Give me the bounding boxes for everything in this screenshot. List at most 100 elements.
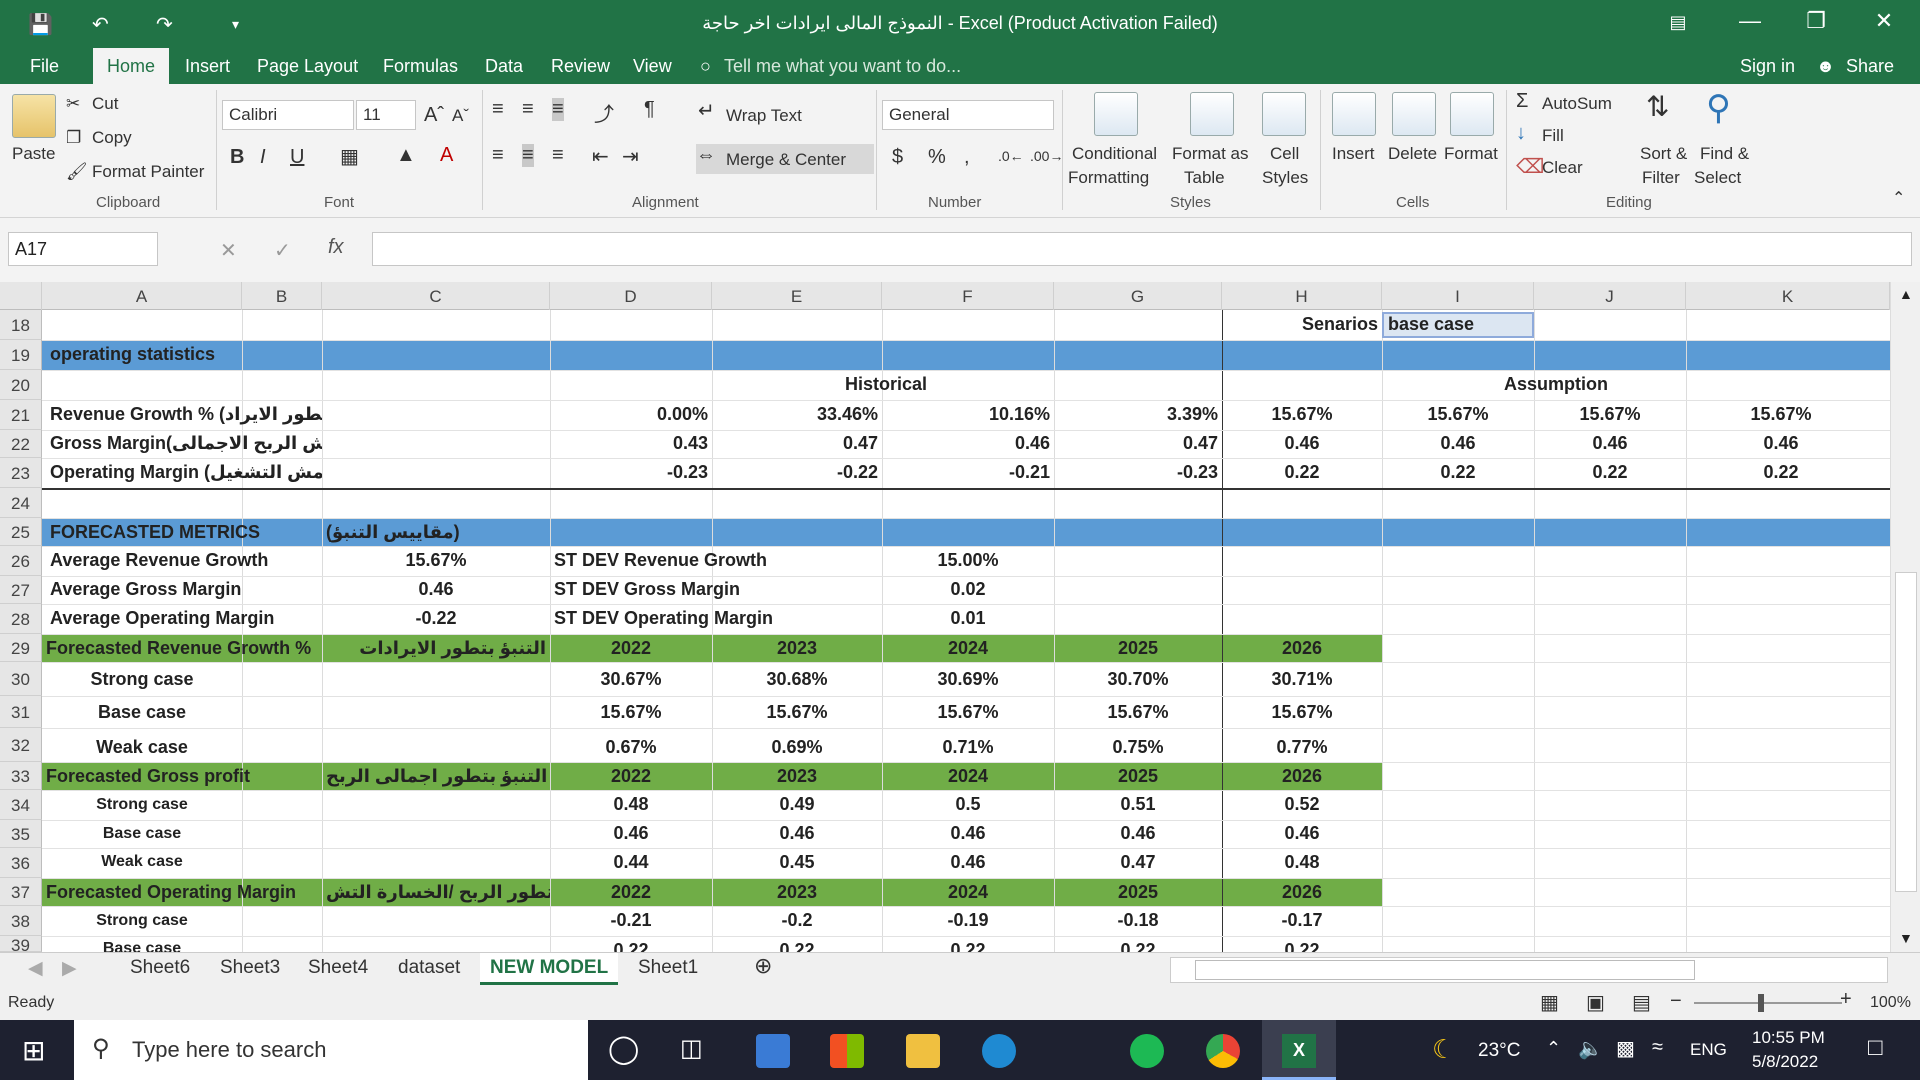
cell-g22[interactable]: 0.47: [1054, 433, 1222, 454]
orientation-icon[interactable]: ⤴: [594, 98, 614, 127]
fill-icon[interactable]: ↓: [1516, 122, 1526, 145]
photos-app-icon[interactable]: [756, 1034, 790, 1068]
cut-button[interactable]: Cut: [92, 94, 118, 114]
share-button[interactable]: Share: [1846, 56, 1894, 77]
cell-g32[interactable]: 0.75%: [1054, 737, 1222, 758]
cell-g34[interactable]: 0.51: [1054, 794, 1222, 815]
tab-view[interactable]: View: [633, 56, 672, 77]
cell-e36[interactable]: 0.45: [712, 852, 882, 873]
zoom-out-icon[interactable]: −: [1670, 990, 1682, 1013]
column-header-h[interactable]: H: [1222, 282, 1382, 310]
comma-icon[interactable]: ,: [964, 146, 970, 169]
row-header-27[interactable]: 27: [0, 576, 42, 604]
row-header-28[interactable]: 28: [0, 604, 42, 634]
cell-i23[interactable]: 0.22: [1382, 462, 1534, 483]
cell-f34[interactable]: 0.5: [882, 794, 1054, 815]
confirm-entry-icon[interactable]: ✓: [274, 238, 291, 263]
cell-a32[interactable]: Weak case: [42, 737, 242, 758]
text-direction-icon[interactable]: ¶: [644, 98, 655, 121]
copy-icon[interactable]: ❐: [66, 128, 81, 148]
cell-c28[interactable]: -0.22: [322, 608, 550, 629]
cell-g39[interactable]: 0.22: [1054, 940, 1222, 952]
cell-g38[interactable]: -0.18: [1054, 910, 1222, 931]
cell-g31[interactable]: 15.67%: [1054, 702, 1222, 723]
cell-f36[interactable]: 0.46: [882, 852, 1054, 873]
paste-button[interactable]: Paste: [12, 144, 55, 164]
cell-a26[interactable]: Average Revenue Growth: [46, 550, 322, 571]
cell-a34[interactable]: Strong case: [42, 796, 242, 814]
cell-f37[interactable]: 2024: [882, 882, 1054, 903]
page-layout-view-icon[interactable]: ▣: [1586, 990, 1605, 1015]
autosum-icon[interactable]: Σ: [1516, 90, 1528, 113]
weather-temp[interactable]: 23°C: [1478, 1040, 1520, 1062]
copy-button[interactable]: Copy: [92, 128, 132, 148]
cell-d30[interactable]: 30.67%: [550, 669, 712, 690]
row-header-37[interactable]: 37: [0, 878, 42, 906]
cell-g36[interactable]: 0.47: [1054, 852, 1222, 873]
input-language[interactable]: ENG: [1690, 1040, 1727, 1060]
align-center-icon[interactable]: ≡: [522, 144, 534, 167]
cell-e38[interactable]: -0.2: [712, 910, 882, 931]
taskbar-search[interactable]: ⚲ Type here to search: [74, 1020, 588, 1080]
column-header-g[interactable]: G: [1054, 282, 1222, 310]
find-select-icon[interactable]: ⚲: [1706, 88, 1731, 128]
scroll-up-icon[interactable]: ▲: [1899, 286, 1913, 302]
cell-e23[interactable]: -0.22: [712, 462, 882, 483]
cell-h29[interactable]: 2026: [1222, 638, 1382, 659]
cell-j23[interactable]: 0.22: [1534, 462, 1686, 483]
row-header-19[interactable]: 19: [0, 340, 42, 370]
cell-g33[interactable]: 2025: [1054, 766, 1222, 787]
name-box[interactable]: A17: [8, 232, 158, 266]
cell-i21[interactable]: 15.67%: [1382, 404, 1534, 425]
cell-h21[interactable]: 15.67%: [1222, 404, 1382, 425]
row-header-30[interactable]: 30: [0, 662, 42, 696]
cell-e29[interactable]: 2023: [712, 638, 882, 659]
cell-c29[interactable]: التنبؤ بتطور الايرادات: [322, 638, 550, 659]
maximize-icon[interactable]: ❐: [1796, 8, 1836, 34]
increase-indent-icon[interactable]: ⇥: [622, 144, 639, 169]
row-header-32[interactable]: 32: [0, 728, 42, 762]
sort-filter-line2[interactable]: Filter: [1642, 168, 1680, 188]
cell-a30[interactable]: Strong case: [42, 669, 242, 690]
increase-font-icon[interactable]: Aˆ: [424, 104, 444, 127]
cell-a19[interactable]: operating statistics: [46, 344, 546, 365]
number-format-select[interactable]: General: [882, 100, 1054, 130]
cell-d32[interactable]: 0.67%: [550, 737, 712, 758]
cell-a39[interactable]: Base case: [42, 940, 242, 952]
row-header-23[interactable]: 23: [0, 458, 42, 488]
sheet-tab-new-model[interactable]: NEW MODEL: [480, 953, 619, 985]
insert-function-icon[interactable]: fx: [328, 236, 344, 259]
formula-input[interactable]: [372, 232, 1912, 266]
cell-f32[interactable]: 0.71%: [882, 737, 1054, 758]
cell-d23[interactable]: -0.23: [550, 462, 712, 483]
cell-a22[interactable]: Gross Margin(هامش الربح الاجمالى: [46, 433, 322, 454]
column-header-d[interactable]: D: [550, 282, 712, 310]
bold-icon[interactable]: B: [230, 146, 244, 169]
cell-g29[interactable]: 2025: [1054, 638, 1222, 659]
zoom-in-icon[interactable]: +: [1840, 988, 1852, 1011]
cell-e21[interactable]: 33.46%: [712, 404, 882, 425]
decrease-indent-icon[interactable]: ⇤: [592, 144, 609, 169]
cell-e30[interactable]: 30.68%: [712, 669, 882, 690]
minimize-icon[interactable]: —: [1730, 8, 1770, 34]
cell-h22[interactable]: 0.46: [1222, 433, 1382, 454]
cell-h38[interactable]: -0.17: [1222, 910, 1382, 931]
fill-color-icon[interactable]: ▲: [396, 144, 416, 167]
cell-e39[interactable]: 0.22: [712, 940, 882, 952]
cell-i22[interactable]: 0.46: [1382, 433, 1534, 454]
cell-g23[interactable]: -0.23: [1054, 462, 1222, 483]
horizontal-scrollbar[interactable]: [1170, 957, 1888, 983]
cell-h37[interactable]: 2026: [1222, 882, 1382, 903]
notifications-icon[interactable]: □: [1868, 1034, 1883, 1062]
conditional-formatting-icon[interactable]: [1094, 92, 1138, 136]
cortana-icon[interactable]: ◯: [608, 1032, 639, 1065]
sign-in-link[interactable]: Sign in: [1740, 56, 1795, 77]
collapse-ribbon-icon[interactable]: ⌃: [1892, 188, 1905, 208]
cell-f35[interactable]: 0.46: [882, 823, 1054, 844]
cell-d39[interactable]: 0.22: [550, 940, 712, 952]
cell-e32[interactable]: 0.69%: [712, 737, 882, 758]
excel-taskbar-item[interactable]: X: [1262, 1020, 1336, 1080]
file-explorer-icon[interactable]: [906, 1034, 940, 1068]
decrease-font-icon[interactable]: Aˇ: [452, 106, 469, 126]
font-color-icon[interactable]: A: [440, 144, 453, 167]
